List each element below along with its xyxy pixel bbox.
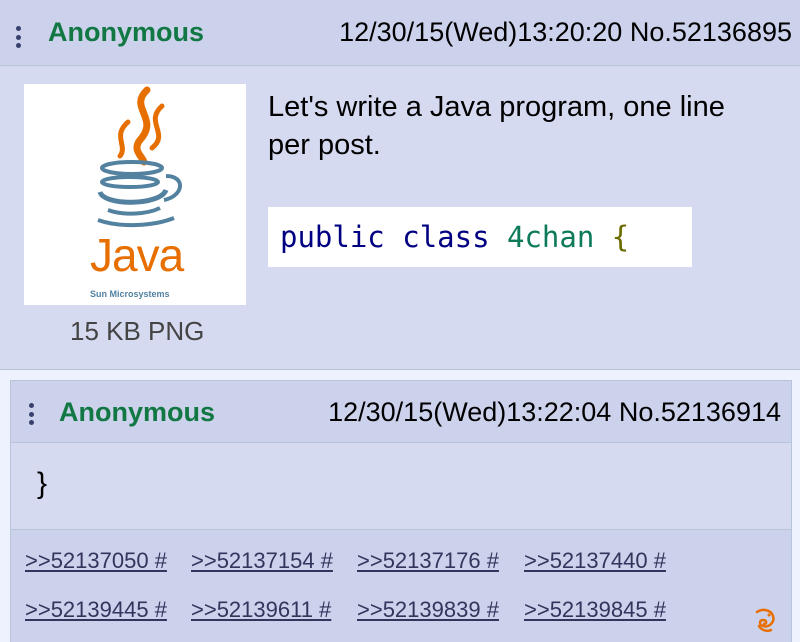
- post-number[interactable]: No.52136895: [630, 17, 792, 47]
- java-logo-thumbnail[interactable]: Java Sun Microsystems: [24, 84, 246, 305]
- post-comment: }: [37, 467, 48, 500]
- code-keyword-class: class: [402, 220, 490, 254]
- post-datetime: 12/30/15(Wed)13:22:04: [328, 397, 612, 427]
- menu-dots-icon[interactable]: [16, 26, 22, 48]
- post-comment: Let's write a Java program, one line per…: [268, 91, 725, 161]
- reply-link[interactable]: >>52137440 #: [524, 548, 666, 574]
- post-header: Anonymous 12/30/15(Wed)13:20:20 No.52136…: [0, 0, 800, 66]
- poster-name: Anonymous: [48, 17, 205, 47]
- replies-list: >>52137050 # >>52137154 # >>52137176 # >…: [11, 529, 791, 642]
- reply-link[interactable]: >>52139839 #: [357, 597, 499, 623]
- post-52136914: Anonymous 12/30/15(Wed)13:22:04 No.52136…: [10, 380, 792, 642]
- post-number[interactable]: No.52136914: [619, 397, 781, 427]
- code-identifier: 4chan: [507, 220, 595, 254]
- reply-link[interactable]: >>52139445 #: [25, 597, 167, 623]
- code-block: public class 4chan {: [268, 207, 692, 267]
- menu-dots-icon[interactable]: [29, 403, 35, 425]
- reply-link[interactable]: >>52139611 #: [191, 597, 331, 623]
- file-size: 15 KB PNG: [70, 316, 205, 346]
- fox-app-icon[interactable]: [753, 608, 777, 634]
- reply-link[interactable]: >>52137176 #: [357, 548, 499, 574]
- reply-link[interactable]: >>52137050 #: [25, 548, 167, 574]
- poster-name: Anonymous: [59, 397, 216, 427]
- post-52136895: Anonymous 12/30/15(Wed)13:20:20 No.52136…: [0, 0, 800, 370]
- post-meta: 12/30/15(Wed)13:22:04 No.52136914: [328, 397, 781, 428]
- reply-link[interactable]: >>52137154 #: [191, 548, 333, 574]
- post-meta: 12/30/15(Wed)13:20:20 No.52136895: [339, 17, 792, 48]
- java-logo-word: Java: [90, 229, 184, 281]
- code-keyword-public: public: [280, 220, 385, 254]
- reply-link[interactable]: >>52139845 #: [524, 597, 666, 623]
- post-header: Anonymous 12/30/15(Wed)13:22:04 No.52136…: [11, 381, 791, 443]
- post-datetime: 12/30/15(Wed)13:20:20: [339, 17, 623, 47]
- code-brace: {: [611, 220, 630, 254]
- java-logo-sub: Sun Microsystems: [90, 289, 170, 299]
